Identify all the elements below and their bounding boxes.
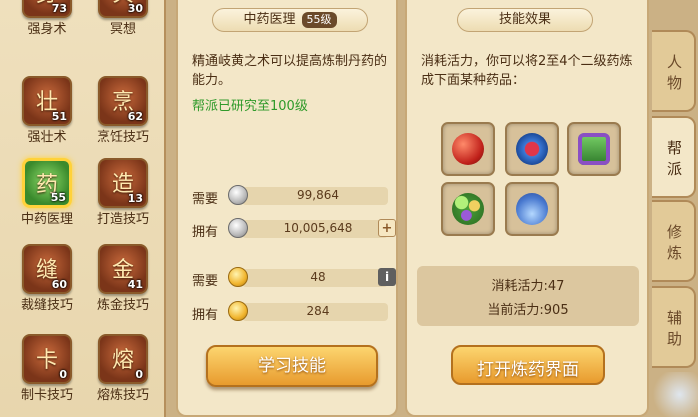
gold-coin-icon xyxy=(228,301,248,321)
skill-level: 73 xyxy=(51,2,67,15)
blue-bowl-icon[interactable] xyxy=(505,122,559,176)
need-label: 需要 xyxy=(192,274,219,289)
need-value: 48 xyxy=(310,270,326,284)
skill-level: 62 xyxy=(127,110,143,123)
skill-icon: 卡0 xyxy=(22,334,72,384)
effect-description: 消耗活力，你可以将2至4个二级药炼成下面某种药品： xyxy=(421,54,633,88)
gold-coin-icon xyxy=(228,267,248,287)
skill-icon: 缝 60 xyxy=(22,244,72,294)
effect-title: 技能效果 xyxy=(457,8,593,32)
skill-name: 烹饪技巧 xyxy=(96,130,149,145)
skill-name: 中药医理 xyxy=(20,212,73,227)
learn-skill-button[interactable]: 学习技能 xyxy=(206,345,378,387)
silver-coin-icon xyxy=(228,218,248,238)
green-beads-icon[interactable] xyxy=(441,182,495,236)
own-silver-row: 拥有 10,005,648 + xyxy=(192,218,398,240)
cost-silver-row: 需要 99,864 xyxy=(192,185,398,207)
info-button[interactable]: i xyxy=(378,268,396,286)
skill-level: 60 xyxy=(51,278,67,291)
skill-item-selected[interactable]: 药 55 中药医理 xyxy=(12,158,80,240)
stamina-cost: 消耗活力:47 xyxy=(491,279,565,294)
skill-item[interactable]: 缝 60 裁缝技巧 xyxy=(12,244,80,326)
skill-icon: 熔0 xyxy=(98,334,148,384)
own2-label: 拥有 xyxy=(192,308,219,323)
skill-name: 裁缝技巧 xyxy=(20,298,73,313)
skill-icon: 壮 51 xyxy=(22,76,72,126)
skill-item[interactable]: 造 13 打造技巧 xyxy=(88,158,156,240)
skill-effect-panel: 技能效果 消耗活力，你可以将2至4个二级药炼成下面某种药品： 消耗活力:47 当… xyxy=(405,0,649,417)
skill-level: 30 xyxy=(127,2,143,15)
tab-cultivation[interactable]: 修炼 xyxy=(652,200,696,282)
skill-name: 强壮术 xyxy=(27,130,67,145)
skill-name: 冥想 xyxy=(109,22,136,37)
cost-value: 99,864 xyxy=(297,188,339,202)
skill-item[interactable]: 熔0 熔炼技巧 xyxy=(88,334,156,416)
skill-level: 0 xyxy=(135,368,143,381)
skill-icon: 身73 xyxy=(22,0,72,18)
add-silver-button[interactable]: + xyxy=(378,219,396,237)
stamina-info: 消耗活力:47 当前活力:905 xyxy=(417,266,639,326)
skill-name: 强身术 xyxy=(27,22,67,37)
skill-level: 41 xyxy=(127,278,143,291)
skill-level-badge: 55级 xyxy=(301,12,337,28)
skill-icon: 药 55 xyxy=(22,158,72,208)
skill-icon: 冥30 xyxy=(98,0,148,18)
open-alchemy-button[interactable]: 打开炼药界面 xyxy=(451,345,605,385)
skill-name: 炼金技巧 xyxy=(96,298,149,313)
tab-auxiliary[interactable]: 辅助 xyxy=(652,286,696,368)
skill-level: 13 xyxy=(127,192,143,205)
skill-item[interactable]: 壮 51 强壮术 xyxy=(12,76,80,158)
stamina-current: 当前活力:905 xyxy=(487,303,569,318)
green-chest-icon[interactable] xyxy=(567,122,621,176)
skill-title: 中药医理 55级 xyxy=(212,8,368,32)
tab-character[interactable]: 人物 xyxy=(652,30,696,112)
skill-level: 51 xyxy=(51,110,67,123)
skill-icon: 烹 62 xyxy=(98,76,148,126)
skill-item[interactable]: 身73 强身术 xyxy=(12,0,80,50)
skill-item[interactable]: 金 41 炼金技巧 xyxy=(88,244,156,326)
cost-label: 需要 xyxy=(192,192,219,207)
skill-icon: 造 13 xyxy=(98,158,148,208)
skill-description: 精通岐黄之术可以提高炼制丹药的能力。 xyxy=(192,54,388,88)
blue-potion-bottle-icon[interactable] xyxy=(505,182,559,236)
skill-name: 制卡技巧 xyxy=(20,388,73,403)
own-label: 拥有 xyxy=(192,225,219,240)
skill-list: 身73 强身术 冥30 冥想 壮51 强壮术 烹62 烹饪技巧 药55 中药医理… xyxy=(0,0,166,417)
skill-title-text: 中药医理 xyxy=(243,12,296,27)
red-pill-pouch-icon[interactable] xyxy=(441,122,495,176)
research-note: 帮派已研究至100级 xyxy=(192,99,308,114)
skill-level: 0 xyxy=(59,368,67,381)
own-contribution-row: 拥有 284 xyxy=(192,301,398,323)
own-value: 10,005,648 xyxy=(283,221,353,235)
tab-guild[interactable]: 帮派 xyxy=(652,116,696,198)
skill-icon: 金 41 xyxy=(98,244,148,294)
skill-item[interactable]: 卡0 制卡技巧 xyxy=(12,334,80,416)
silver-coin-icon xyxy=(228,185,248,205)
skill-item[interactable]: 冥30 冥想 xyxy=(88,0,156,50)
skill-name: 打造技巧 xyxy=(96,212,149,227)
corner-decoration xyxy=(652,372,698,417)
cost-contribution-row: 需要 48 i xyxy=(192,267,398,289)
skill-name: 熔炼技巧 xyxy=(96,388,149,403)
skill-detail-panel: 中药医理 55级 精通岐黄之术可以提高炼制丹药的能力。 帮派已研究至100级 需要… xyxy=(176,0,398,417)
own2-value: 284 xyxy=(306,304,330,318)
skill-level: 55 xyxy=(50,191,66,204)
skill-item[interactable]: 烹 62 烹饪技巧 xyxy=(88,76,156,158)
